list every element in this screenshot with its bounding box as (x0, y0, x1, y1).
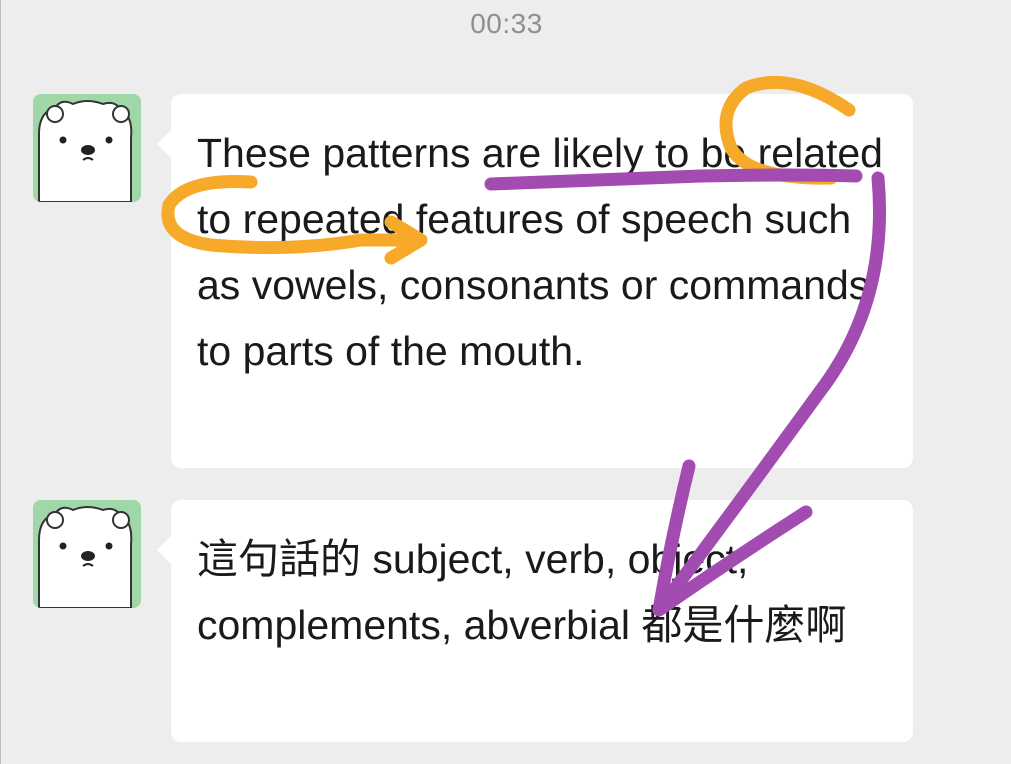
message-bubble[interactable]: 這句話的 subject, verb, object, complements,… (157, 500, 913, 742)
polar-bear-icon (33, 500, 141, 608)
polar-bear-icon (33, 94, 141, 202)
polar-bear-avatar[interactable] (33, 94, 141, 202)
polar-bear-avatar[interactable] (33, 500, 141, 608)
message-timestamp: 00:33 (470, 8, 543, 39)
message-bubble[interactable]: These patterns are likely to be related … (157, 94, 913, 468)
chat-screen: 00:33 These patterns are likely to be re… (0, 0, 1011, 764)
